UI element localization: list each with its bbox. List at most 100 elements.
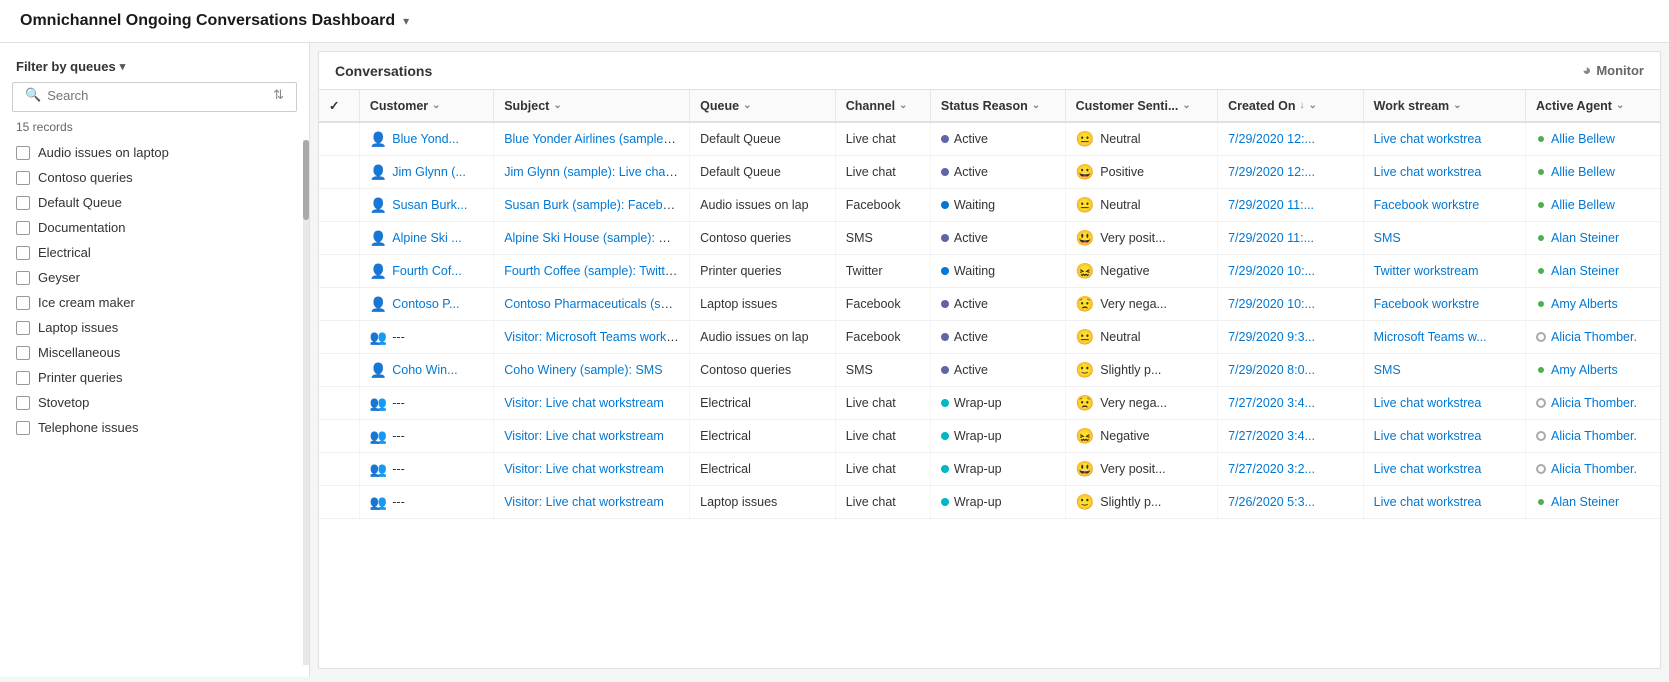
agent-cell[interactable]: Alicia Thomber. <box>1526 420 1660 453</box>
created-cell[interactable]: 7/27/2020 3:2... <box>1218 453 1364 486</box>
col-header-agent[interactable]: Active Agent⌄ <box>1526 90 1660 122</box>
customer-cell[interactable]: 👤Contoso P... <box>359 288 493 321</box>
queue-checkbox[interactable] <box>16 271 30 285</box>
created-link[interactable]: 7/27/2020 3:2... <box>1228 462 1315 476</box>
table-row[interactable]: 👤Blue Yond... Blue Yonder Airlines (samp… <box>319 122 1660 156</box>
sidebar-queue-item[interactable]: Printer queries <box>8 365 301 390</box>
table-row[interactable]: 👤Fourth Cof... Fourth Coffee (sample): T… <box>319 255 1660 288</box>
customer-cell[interactable]: 👤Alpine Ski ... <box>359 222 493 255</box>
agent-cell[interactable]: Amy Alberts <box>1526 354 1660 387</box>
agent-link[interactable]: Alan Steiner <box>1551 231 1619 245</box>
workstream-cell[interactable]: Live chat workstrea <box>1363 420 1525 453</box>
agent-cell[interactable]: Allie Bellew <box>1526 189 1660 222</box>
customer-cell[interactable]: 👤Susan Burk... <box>359 189 493 222</box>
created-cell[interactable]: 7/29/2020 12:... <box>1218 156 1364 189</box>
customer-link[interactable]: 👤Coho Win... <box>370 362 483 379</box>
agent-cell[interactable]: Alan Steiner <box>1526 255 1660 288</box>
customer-cell[interactable]: 👥--- <box>359 486 493 519</box>
queue-checkbox[interactable] <box>16 371 30 385</box>
subject-cell[interactable]: Jim Glynn (sample): Live chat works <box>494 156 690 189</box>
workstream-link[interactable]: Microsoft Teams w... <box>1374 330 1487 344</box>
workstream-cell[interactable]: Live chat workstrea <box>1363 453 1525 486</box>
workstream-link[interactable]: Facebook workstre <box>1374 198 1480 212</box>
subject-link[interactable]: Alpine Ski House (sample): SMS <box>504 231 685 245</box>
agent-link[interactable]: Alicia Thomber. <box>1551 429 1637 443</box>
subject-link[interactable]: Coho Winery (sample): SMS <box>504 363 662 377</box>
col-header-sentiment[interactable]: Customer Senti...⌄ <box>1065 90 1218 122</box>
agent-link[interactable]: Amy Alberts <box>1551 363 1618 377</box>
subject-cell[interactable]: Visitor: Live chat workstream <box>494 387 690 420</box>
sidebar-queue-item[interactable]: Telephone issues <box>8 415 301 440</box>
subject-link[interactable]: Susan Burk (sample): Facebook wor <box>504 198 689 212</box>
queue-checkbox[interactable] <box>16 196 30 210</box>
subject-cell[interactable]: Coho Winery (sample): SMS <box>494 354 690 387</box>
agent-link[interactable]: Alan Steiner <box>1551 495 1619 509</box>
sidebar-queue-item[interactable]: Default Queue <box>8 190 301 215</box>
subject-cell[interactable]: Alpine Ski House (sample): SMS <box>494 222 690 255</box>
sidebar-queue-item[interactable]: Geyser <box>8 265 301 290</box>
customer-cell[interactable]: 👤Coho Win... <box>359 354 493 387</box>
workstream-link[interactable]: Live chat workstrea <box>1374 165 1482 179</box>
monitor-button[interactable]: ◕ Monitor <box>1582 62 1644 79</box>
agent-link[interactable]: Alicia Thomber. <box>1551 330 1637 344</box>
agent-link[interactable]: Allie Bellew <box>1551 132 1615 146</box>
col-header-queue[interactable]: Queue⌄ <box>690 90 836 122</box>
subject-cell[interactable]: Contoso Pharmaceuticals (sample): <box>494 288 690 321</box>
subject-link[interactable]: Blue Yonder Airlines (sample): Live c <box>504 132 689 146</box>
customer-cell[interactable]: 👥--- <box>359 321 493 354</box>
agent-link[interactable]: Allie Bellew <box>1551 198 1615 212</box>
created-cell[interactable]: 7/29/2020 11:... <box>1218 222 1364 255</box>
subject-cell[interactable]: Blue Yonder Airlines (sample): Live c <box>494 122 690 156</box>
created-link[interactable]: 7/29/2020 8:0... <box>1228 363 1315 377</box>
customer-cell[interactable]: 👥--- <box>359 387 493 420</box>
sidebar-queue-item[interactable]: Laptop issues <box>8 315 301 340</box>
col-header-subject[interactable]: Subject⌄ <box>494 90 690 122</box>
workstream-link[interactable]: SMS <box>1374 363 1401 377</box>
col-header-status[interactable]: Status Reason⌄ <box>930 90 1065 122</box>
queue-checkbox[interactable] <box>16 221 30 235</box>
queue-checkbox[interactable] <box>16 171 30 185</box>
customer-cell[interactable]: 👥--- <box>359 453 493 486</box>
table-row[interactable]: 👥--- Visitor: Live chat workstream Elect… <box>319 387 1660 420</box>
sidebar-queue-item[interactable]: Contoso queries <box>8 165 301 190</box>
col-header-channel[interactable]: Channel⌄ <box>835 90 930 122</box>
customer-link[interactable]: 👤Contoso P... <box>370 296 483 313</box>
agent-cell[interactable]: Alan Steiner <box>1526 222 1660 255</box>
sidebar-queue-item[interactable]: Stovetop <box>8 390 301 415</box>
table-row[interactable]: 👤Susan Burk... Susan Burk (sample): Face… <box>319 189 1660 222</box>
customer-link[interactable]: 👤Alpine Ski ... <box>370 230 483 247</box>
workstream-cell[interactable]: Facebook workstre <box>1363 288 1525 321</box>
table-row[interactable]: 👥--- Visitor: Live chat workstream Elect… <box>319 420 1660 453</box>
created-link[interactable]: 7/29/2020 10:... <box>1228 264 1315 278</box>
queue-checkbox[interactable] <box>16 396 30 410</box>
workstream-cell[interactable]: Live chat workstrea <box>1363 486 1525 519</box>
sidebar-queue-item[interactable]: Electrical <box>8 240 301 265</box>
agent-cell[interactable]: Alicia Thomber. <box>1526 453 1660 486</box>
agent-cell[interactable]: Alicia Thomber. <box>1526 321 1660 354</box>
subject-link[interactable]: Contoso Pharmaceuticals (sample): <box>504 297 689 311</box>
subject-link[interactable]: Fourth Coffee (sample): Twitter wor <box>504 264 689 278</box>
created-link[interactable]: 7/29/2020 12:... <box>1228 165 1315 179</box>
col-header-customer[interactable]: Customer⌄ <box>359 90 493 122</box>
subject-link[interactable]: Visitor: Live chat workstream <box>504 429 664 443</box>
created-link[interactable]: 7/29/2020 11:... <box>1228 231 1314 245</box>
agent-link[interactable]: Amy Alberts <box>1551 297 1618 311</box>
workstream-cell[interactable]: Live chat workstrea <box>1363 387 1525 420</box>
created-cell[interactable]: 7/29/2020 9:3... <box>1218 321 1364 354</box>
queue-checkbox[interactable] <box>16 296 30 310</box>
table-row[interactable]: 👤Coho Win... Coho Winery (sample): SMS C… <box>319 354 1660 387</box>
workstream-link[interactable]: Live chat workstrea <box>1374 396 1482 410</box>
customer-link[interactable]: 👤Jim Glynn (... <box>370 164 483 181</box>
workstream-cell[interactable]: SMS <box>1363 354 1525 387</box>
agent-cell[interactable]: Allie Bellew <box>1526 122 1660 156</box>
workstream-link[interactable]: Facebook workstre <box>1374 297 1480 311</box>
table-row[interactable]: 👤Contoso P... Contoso Pharmaceuticals (s… <box>319 288 1660 321</box>
workstream-cell[interactable]: Live chat workstrea <box>1363 122 1525 156</box>
created-cell[interactable]: 7/29/2020 8:0... <box>1218 354 1364 387</box>
subject-link[interactable]: Jim Glynn (sample): Live chat works <box>504 165 689 179</box>
workstream-cell[interactable]: SMS <box>1363 222 1525 255</box>
workstream-link[interactable]: Twitter workstream <box>1374 264 1479 278</box>
created-cell[interactable]: 7/27/2020 3:4... <box>1218 420 1364 453</box>
table-row[interactable]: 👤Alpine Ski ... Alpine Ski House (sample… <box>319 222 1660 255</box>
sort-icon[interactable]: ⇅ <box>273 87 284 103</box>
